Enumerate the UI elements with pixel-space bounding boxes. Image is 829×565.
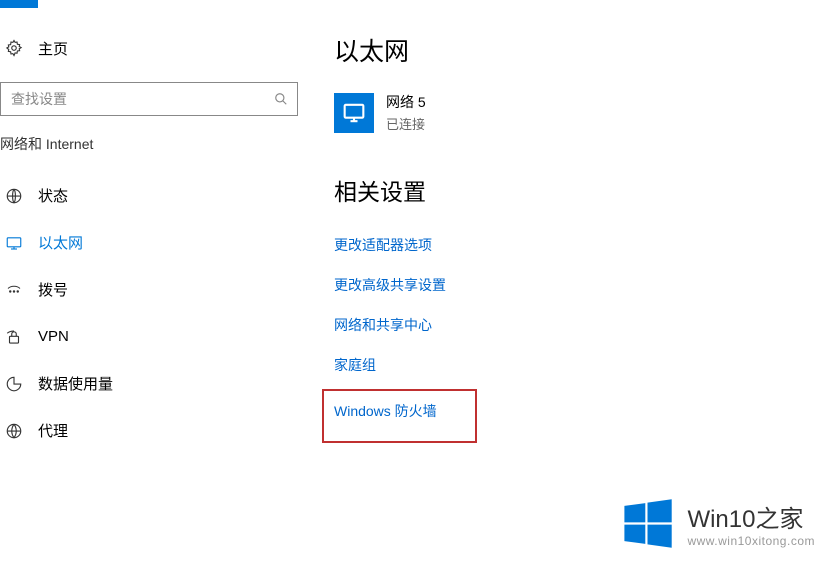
search-icon[interactable]	[273, 91, 289, 107]
link-windows-firewall[interactable]: Windows 防火墙	[322, 389, 477, 443]
globe-icon	[4, 186, 24, 206]
network-info: 网络 5 已连接	[386, 92, 426, 133]
network-card[interactable]: 网络 5 已连接	[334, 92, 814, 133]
accent-bar	[0, 0, 38, 8]
link-advanced-sharing[interactable]: 更改高级共享设置	[334, 265, 446, 305]
home-button[interactable]: 主页	[0, 28, 300, 68]
sidebar-item-label: 拨号	[38, 279, 68, 300]
sidebar-item-label: 代理	[38, 420, 68, 441]
monitor-icon	[4, 233, 24, 253]
category-title: 网络和 Internet	[0, 134, 300, 154]
dialup-icon	[4, 280, 24, 300]
network-icon	[334, 93, 374, 133]
search-box[interactable]	[0, 82, 298, 116]
globe-icon	[4, 421, 24, 441]
sidebar-item-label: VPN	[38, 328, 69, 345]
search-input[interactable]	[11, 91, 273, 107]
sidebar-item-vpn[interactable]: VPN	[0, 313, 300, 360]
gear-icon	[4, 38, 24, 58]
sidebar-item-datausage[interactable]: 数据使用量	[0, 360, 300, 407]
related-links: 更改适配器选项 更改高级共享设置 网络和共享中心 家庭组 Windows 防火墙	[334, 225, 814, 443]
network-name: 网络 5	[386, 92, 426, 112]
nav-list: 状态 以太网 拨号	[0, 172, 300, 454]
watermark-title: Win10之家	[687, 499, 815, 534]
lock-icon	[4, 327, 24, 347]
piechart-icon	[4, 374, 24, 394]
sidebar-item-label: 数据使用量	[38, 373, 113, 394]
sidebar-item-status[interactable]: 状态	[0, 172, 300, 219]
watermark-text: Win10之家 www.win10xitong.com	[687, 499, 815, 548]
sidebar-item-label: 以太网	[38, 232, 83, 253]
windows-logo-icon	[620, 496, 675, 551]
sidebar-item-dialup[interactable]: 拨号	[0, 266, 300, 313]
sidebar: 主页 网络和 Internet 状态	[0, 28, 300, 454]
sidebar-item-ethernet[interactable]: 以太网	[0, 219, 300, 266]
watermark: Win10之家 www.win10xitong.com	[620, 496, 815, 551]
related-title: 相关设置	[334, 173, 814, 207]
watermark-url: www.win10xitong.com	[687, 534, 815, 548]
home-label: 主页	[38, 38, 68, 59]
network-status: 已连接	[386, 114, 426, 133]
sidebar-item-proxy[interactable]: 代理	[0, 407, 300, 454]
link-homegroup[interactable]: 家庭组	[334, 345, 376, 385]
page-title: 以太网	[334, 32, 814, 68]
link-network-sharing-center[interactable]: 网络和共享中心	[334, 305, 432, 345]
sidebar-item-label: 状态	[38, 185, 68, 206]
link-adapter-options[interactable]: 更改适配器选项	[334, 225, 432, 265]
main-content: 以太网 网络 5 已连接 相关设置 更改适配器选项 更改高级共享设置 网络和共享…	[334, 32, 814, 443]
